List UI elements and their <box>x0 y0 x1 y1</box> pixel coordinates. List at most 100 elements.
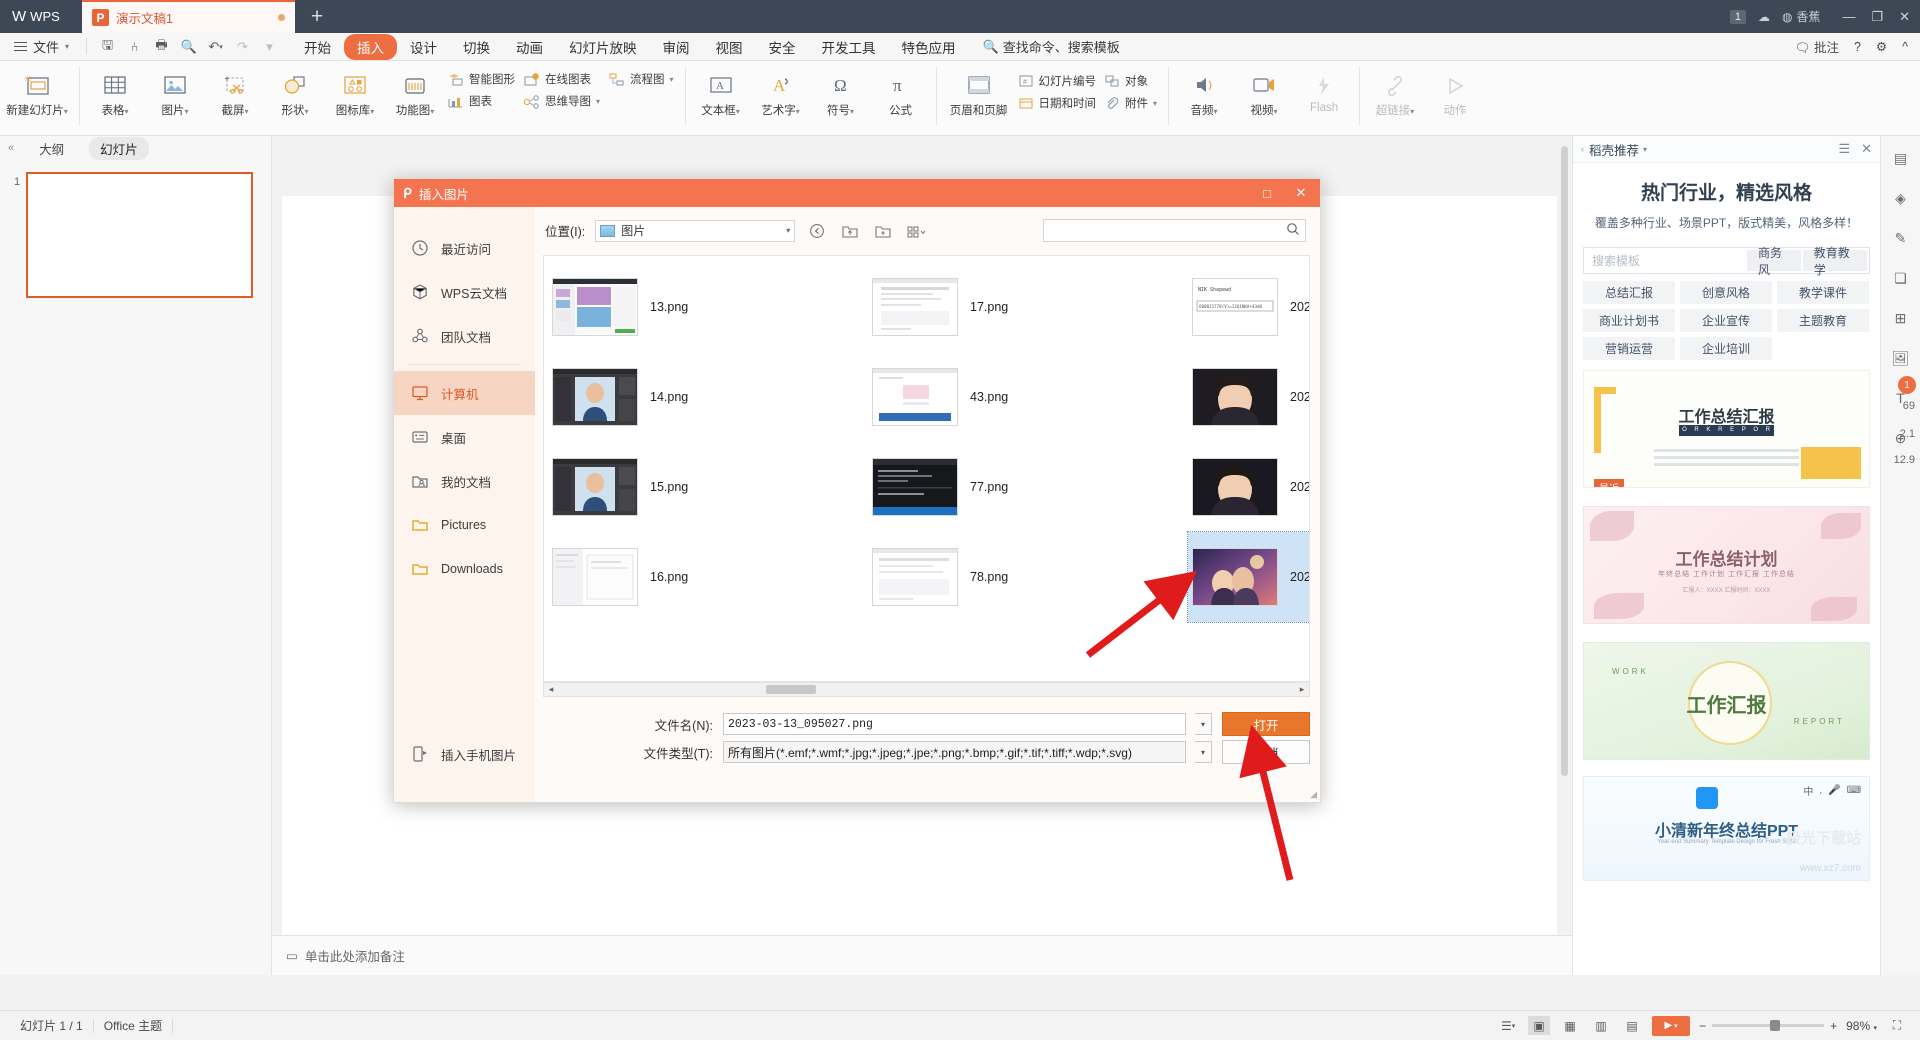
reading-view-icon[interactable]: ▥ <box>1590 1016 1612 1035</box>
flowchart-button[interactable]: 流程图 ▾ <box>606 69 680 89</box>
tab-insert[interactable]: 插入 <box>344 33 398 60</box>
ime-punct-icon[interactable]: , <box>1819 785 1822 796</box>
scroll-left-icon[interactable]: ◂ <box>544 684 558 695</box>
chip-enterprise-training[interactable]: 企业培训 <box>1680 337 1772 360</box>
search-icon[interactable] <box>1286 222 1300 239</box>
nav-team-docs[interactable]: 团队文档 <box>394 314 535 358</box>
formula-button[interactable]: π 公式 <box>871 65 931 118</box>
nav-insert-phone-picture[interactable]: 插入手机图片 <box>394 732 535 776</box>
object-button[interactable]: 对象 <box>1102 71 1163 91</box>
maximize-icon[interactable]: ❐ <box>1871 9 1883 25</box>
view-mode-icon[interactable] <box>904 220 927 241</box>
picture-button[interactable]: 图片▾ <box>145 65 205 118</box>
filetype-dropdown-icon[interactable]: ▾ <box>1195 741 1212 763</box>
ime-mic-icon[interactable]: 🎤 <box>1828 785 1840 796</box>
zoom-slider[interactable]: − + <box>1699 1019 1837 1033</box>
account-label[interactable]: ◍ 香蕉 <box>1782 8 1821 25</box>
tab-review[interactable]: 审阅 <box>650 34 703 60</box>
textbox-button[interactable]: A 文本框▾ <box>691 65 751 118</box>
nav-downloads[interactable]: Downloads <box>394 547 535 591</box>
nav-pictures[interactable]: Pictures <box>394 503 535 547</box>
collapse-ribbon-icon[interactable]: ^ <box>1902 40 1908 54</box>
video-button[interactable]: 视频▾ <box>1234 65 1294 118</box>
canvas-vertical-scrollbar[interactable] <box>1561 146 1568 965</box>
fit-slide-icon[interactable]: ⛶ <box>1886 1016 1908 1035</box>
branch-icon[interactable]: ⑃ <box>121 35 148 59</box>
icon-library-button[interactable]: 图标库▾ <box>325 65 385 118</box>
symbol-button[interactable]: Ω 符号▾ <box>811 65 871 118</box>
notification-badge[interactable]: 1 <box>1729 9 1746 24</box>
tab-slides[interactable]: 幻灯片 <box>89 136 149 160</box>
tab-design[interactable]: 设计 <box>397 34 450 60</box>
file-item[interactable]: 15.png <box>548 442 868 532</box>
chart-tool-icon[interactable]: ⊞ <box>1889 306 1913 330</box>
tab-security[interactable]: 安全 <box>756 34 809 60</box>
template-card-4[interactable]: 中 , 🎤 ⌨ 小清新年终总结PPT Year-end Summary Temp… <box>1583 776 1870 881</box>
minimize-icon[interactable]: — <box>1842 9 1855 25</box>
file-item[interactable]: 16.png <box>548 532 868 622</box>
smart-graphic-button[interactable]: 智能图形 <box>445 69 521 89</box>
start-slideshow-button[interactable]: ▶ ▾ <box>1652 1015 1691 1036</box>
mindmap-button[interactable]: 思维导图 ▾ <box>521 91 606 111</box>
notes-pane[interactable]: ▭ 单击此处添加备注 <box>272 935 1572 975</box>
file-item[interactable]: 17.png <box>868 262 1188 352</box>
nav-computer[interactable]: 计算机 <box>394 371 535 415</box>
attachment-button[interactable]: 附件 ▾ <box>1102 93 1163 113</box>
undo-icon[interactable]: ↶ ▾ <box>202 35 229 59</box>
file-list-grid[interactable]: 13.png 17.png NIK Shapewd 600021778(V)=13… <box>543 255 1310 682</box>
collapse-left-icon[interactable]: « <box>8 142 14 154</box>
filename-dropdown-icon[interactable]: ▾ <box>1195 713 1212 735</box>
notes-view-icon[interactable]: ▤ <box>1621 1016 1643 1035</box>
find-command-button[interactable]: 🔍 查找命令、搜索模板 <box>983 37 1120 56</box>
template-card-2[interactable]: 工作总结计划 年终总结 工作计划 工作汇报 工作总结 汇报人：XXXX 汇报时间… <box>1583 506 1870 624</box>
function-chart-button[interactable]: 功能图▾ <box>385 65 445 118</box>
file-item[interactable]: 77.png <box>868 442 1188 532</box>
resize-grip[interactable]: ◢ <box>1310 789 1317 800</box>
theme-label[interactable]: Office 主题 <box>94 1015 172 1036</box>
new-folder-icon[interactable] <box>871 220 894 241</box>
chip-creative-style[interactable]: 创意风格 <box>1680 281 1772 304</box>
customize-qat-icon[interactable]: ▾ <box>256 35 283 59</box>
redo-icon[interactable]: ↷ <box>229 35 256 59</box>
screenshot-button[interactable]: 截屏▾ <box>205 65 265 118</box>
nav-my-documents[interactable]: 我的文档 <box>394 459 535 503</box>
chip-summary-report[interactable]: 总结汇报 <box>1583 281 1675 304</box>
file-item[interactable]: 2023-03 <box>1188 442 1309 532</box>
sorter-view-icon[interactable]: ▦ <box>1559 1016 1581 1035</box>
template-card-3[interactable]: 工作汇报 WORK REPORT <box>1583 642 1870 760</box>
file-item[interactable]: 78.png <box>868 532 1188 622</box>
document-tab[interactable]: P 演示文稿1 <box>82 0 295 33</box>
open-button[interactable]: 打开 <box>1222 712 1310 736</box>
close-icon[interactable]: ✕ <box>1861 141 1872 157</box>
file-item[interactable]: 2023-03 <box>1187 531 1309 623</box>
file-item[interactable]: 14.png <box>548 352 868 442</box>
close-icon[interactable]: ✕ <box>1284 179 1318 207</box>
panel-icon[interactable]: ▤ <box>1889 146 1913 170</box>
comment-button[interactable]: 🗨 批注 <box>1795 37 1839 56</box>
zoom-out-icon[interactable]: − <box>1699 1019 1706 1033</box>
file-item[interactable]: 2023-03 <box>1188 352 1309 442</box>
rail-notification-badge[interactable]: 1 <box>1898 376 1916 394</box>
cancel-button[interactable]: 取消 <box>1222 740 1310 764</box>
chart-button[interactable]: 图表 <box>445 91 521 111</box>
nav-wps-cloud[interactable]: WPS云文档 <box>394 270 535 314</box>
zoom-track[interactable] <box>1712 1020 1825 1031</box>
tab-featured-apps[interactable]: 特色应用 <box>889 34 969 60</box>
list-menu-icon[interactable]: ☰ <box>1838 141 1850 157</box>
normal-view-icon[interactable]: ▣ <box>1528 1016 1551 1035</box>
table-button[interactable]: 表格▾ <box>85 65 145 118</box>
zoom-knob[interactable] <box>1770 1020 1781 1031</box>
file-item[interactable]: 13.png <box>548 262 868 352</box>
chip-marketing-operation[interactable]: 营销运营 <box>1583 337 1675 360</box>
tab-outline[interactable]: 大纲 <box>28 137 75 160</box>
slide-thumbnail-1[interactable] <box>26 172 253 298</box>
panel-collapse-icon[interactable]: ‹ <box>1581 144 1584 154</box>
design-icon[interactable]: ✎ <box>1889 226 1913 250</box>
location-combo[interactable]: 图片 ▾ <box>595 219 796 242</box>
shape-fill-icon[interactable]: ◈ <box>1889 186 1913 210</box>
template-search-input[interactable] <box>1584 253 1747 268</box>
back-icon[interactable] <box>805 220 828 241</box>
help-icon[interactable]: ? <box>1854 40 1861 54</box>
zoom-level-label[interactable]: 98% ▾ <box>1846 1019 1877 1033</box>
online-chart-button[interactable]: 在线图表 <box>521 69 606 89</box>
